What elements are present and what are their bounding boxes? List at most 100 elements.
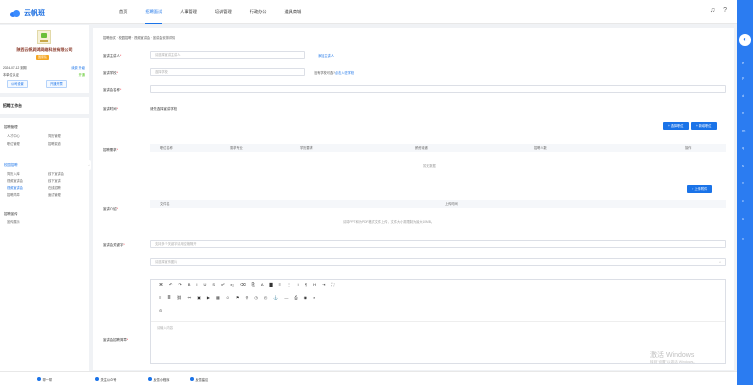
keywords-input[interactable]: 支持多个关键字请用空格隔开 — [150, 240, 726, 248]
unit-status[interactable]: 开通 — [79, 72, 85, 77]
menu-item-interview[interactable]: 面试管理 — [48, 192, 61, 197]
bold-icon[interactable]: B — [188, 282, 191, 287]
emoji-icon[interactable]: ☺ — [226, 295, 230, 300]
underline-icon[interactable]: U — [204, 282, 207, 287]
menu-item-brochure[interactable]: 招聘简章 — [7, 192, 20, 197]
sidebar-collapse-toggle[interactable]: ‹ — [87, 160, 91, 170]
heading-icon[interactable]: H — [313, 282, 316, 287]
italic-icon[interactable]: I — [196, 282, 197, 287]
print-icon[interactable]: ⎙ — [294, 295, 297, 300]
menu-item-offline-talk[interactable]: 线下宣讲会 — [48, 171, 64, 176]
menu-item-showcase[interactable]: 宣传展示 — [7, 219, 20, 224]
add-host-link[interactable]: 添加主讲人 — [318, 53, 334, 58]
nav-store[interactable]: 道具商城 — [275, 0, 310, 24]
nav-home[interactable]: 首页 — [110, 0, 136, 24]
rb-icon-7[interactable]: s — [742, 163, 744, 168]
add-position-button[interactable]: + 新增职位 — [691, 122, 717, 130]
unlink-icon[interactable]: ⚯ — [188, 295, 191, 300]
nav-recruitment[interactable]: 招聘面试 — [136, 0, 171, 24]
join-school-link[interactable]: 点击入驻学校 — [335, 71, 354, 75]
footer-miniprogram[interactable]: 反馈小程序 — [148, 377, 169, 382]
rb-icon-6[interactable]: q — [742, 145, 744, 150]
menu-item-position[interactable]: 职位管理 — [7, 141, 20, 146]
rb-icon-8[interactable]: v — [742, 180, 744, 185]
undo-icon[interactable]: ↶ — [169, 282, 172, 287]
video-icon[interactable]: ▶ — [207, 295, 210, 300]
line-height-icon[interactable]: ↕ — [297, 282, 299, 287]
superscript-icon[interactable]: x² — [221, 282, 224, 287]
menu-group-promo[interactable]: 招聘宣传 — [4, 211, 18, 216]
nav-personnel[interactable]: 人事管理 — [171, 0, 206, 24]
align-left-icon[interactable]: ≡ — [159, 295, 161, 300]
rb-icon-2[interactable]: p — [742, 75, 744, 80]
assistant-avatar-icon[interactable]: ◐ — [739, 34, 751, 46]
company-logo — [37, 30, 51, 44]
name-input[interactable] — [150, 85, 726, 93]
nav-training[interactable]: 培训管理 — [206, 0, 241, 24]
host-select[interactable]: 请选择宣讲主讲人 — [150, 51, 305, 59]
promo-image-select[interactable]: 请选择宣传图片 ⌕ — [150, 258, 726, 266]
align-center-icon[interactable]: ≣ — [167, 295, 170, 300]
rb-icon-1[interactable]: e — [742, 60, 744, 65]
menu-group-recruit[interactable]: 招聘管理 — [4, 124, 18, 129]
school-select[interactable]: 选择学校 — [150, 68, 305, 76]
menu-item-talent[interactable]: 人才中心 — [7, 133, 20, 138]
image-icon[interactable]: ▣ — [197, 295, 201, 300]
rb-icon-4[interactable]: n — [742, 110, 744, 115]
menu-group-campus[interactable]: 校园招聘 — [4, 162, 18, 167]
open-invoice-button[interactable]: 开通开票 — [46, 80, 67, 88]
map-icon[interactable]: ⚑ — [236, 295, 240, 300]
eraser-icon[interactable]: ⌫ — [240, 282, 246, 287]
rb-icon-11[interactable]: x — [742, 236, 744, 241]
code-icon[interactable]: ⌘ — [159, 282, 163, 287]
anchor-icon[interactable]: ⚓ — [273, 295, 278, 300]
rb-icon-9[interactable]: c — [742, 198, 744, 203]
time-icon[interactable]: ◴ — [264, 295, 268, 300]
upload-attachment-button[interactable]: ↑ 上传附件 — [687, 185, 713, 193]
subscript-icon[interactable]: x₂ — [230, 282, 234, 287]
workbench-heading[interactable]: 招聘工作台 — [3, 104, 22, 109]
rb-icon-10[interactable]: u — [742, 216, 744, 221]
list-icon[interactable]: ≡ — [279, 282, 281, 287]
menu-item-video-talk-active[interactable]: 视频宣讲会 — [7, 185, 23, 190]
footer-help[interactable]: 帮一帮 — [37, 377, 52, 382]
date-icon[interactable]: ◷ — [254, 295, 258, 300]
copy-format-icon[interactable]: ⎘ — [252, 282, 255, 287]
font-color-icon[interactable]: A — [261, 282, 264, 287]
nav-admin[interactable]: 行政办公 — [241, 0, 276, 24]
search-replace-icon[interactable]: ⌕ — [313, 295, 315, 300]
breadcrumb: 招聘面试 · 校园招聘 · 视频宣讲会 · 宣讲会安排详情 — [103, 36, 176, 40]
redo-icon[interactable]: ↷ — [178, 282, 181, 287]
fullscreen-icon[interactable]: ⛶ — [331, 282, 334, 287]
menu-item-resume-in[interactable]: 简历入库 — [7, 171, 20, 176]
renew-link[interactable]: 续费 升级 — [71, 65, 85, 70]
bg-color-icon[interactable]: ▇ — [270, 282, 273, 287]
hr-icon[interactable]: ― — [284, 295, 288, 300]
rich-text-editor[interactable]: ⌘ ↶ ↷ B I U S x² x₂ ⌫ ⎘ A ▇ ≡ ⋮ ↕ ¶ H ⇥ … — [150, 279, 726, 364]
strike-icon[interactable]: S — [212, 282, 215, 287]
cloud-logo-icon — [10, 9, 21, 17]
menu-item-offline[interactable]: 线下宣讲 — [48, 178, 61, 183]
table-icon[interactable]: ▦ — [216, 295, 220, 300]
preview-icon[interactable]: ◉ — [304, 295, 308, 300]
attachment-icon[interactable]: ⚲ — [245, 295, 248, 300]
menu-item-video-talk[interactable]: 视频宣讲会 — [7, 178, 23, 183]
col-uploaded: 上传时间 — [445, 202, 458, 206]
paragraph-icon[interactable]: ¶ — [305, 282, 307, 287]
help-icon[interactable]: ? — [723, 7, 727, 14]
app-logo[interactable]: 云帆班 — [10, 8, 45, 18]
rb-icon-3[interactable]: d — [742, 93, 744, 98]
menu-item-online[interactable]: 在线招聘 — [48, 185, 61, 190]
ordered-list-icon[interactable]: ⋮ — [287, 282, 291, 287]
menu-item-resume[interactable]: 简历管理 — [48, 133, 61, 138]
company-settings-button[interactable]: 公司设置 — [7, 80, 28, 88]
menu-item-channel[interactable]: 招聘渠道 — [48, 141, 61, 146]
choose-position-button[interactable]: + 选择职位 — [663, 122, 689, 130]
footer-wechat[interactable]: 关注公众号 — [95, 377, 116, 382]
help-icon[interactable]: ⊙ — [159, 308, 162, 313]
rb-icon-5[interactable]: m — [742, 128, 745, 133]
notification-bell-icon[interactable]: ♫ — [710, 7, 715, 14]
link-icon[interactable]: ⛓ — [177, 295, 182, 300]
footer-feedback[interactable]: 反馈建议 — [190, 377, 208, 382]
indent-icon[interactable]: ⇥ — [322, 282, 325, 287]
